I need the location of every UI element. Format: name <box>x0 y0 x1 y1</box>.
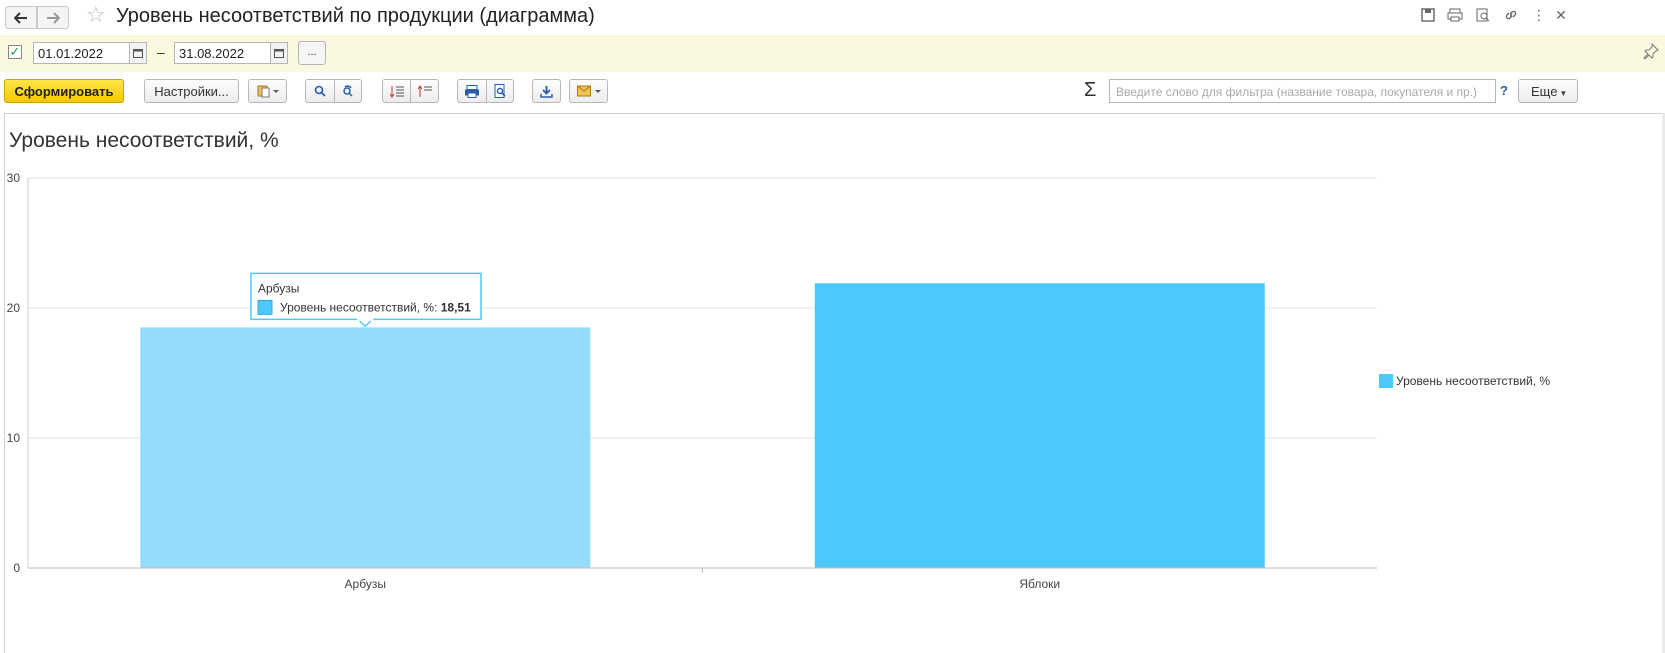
y-tick-label: 30 <box>7 171 21 185</box>
x-tick-label: Яблоки <box>1019 577 1060 591</box>
bar <box>140 327 591 568</box>
tooltip-value-number: 18,51 <box>441 300 471 314</box>
tooltip-value: Уровень несоответствий, %: 18,51 <box>280 300 471 314</box>
tooltip-pointer-mask <box>357 317 374 321</box>
y-tick-label: 10 <box>7 431 21 445</box>
tooltip-series-name: Уровень несоответствий, %: <box>280 300 441 314</box>
tooltip-swatch <box>257 299 273 315</box>
y-tick-label: 0 <box>13 561 20 575</box>
legend-label: Уровень несоответствий, % <box>1396 374 1550 388</box>
y-tick-label: 20 <box>7 301 21 315</box>
tooltip: Арбузы Уровень несоответствий, %: 18,51 <box>250 272 482 328</box>
legend: Уровень несоответствий, % <box>1379 374 1550 388</box>
x-tick-label: Арбузы <box>345 577 386 591</box>
bar-chart: 0 10 20 30 Арбузы Яблоки Уровень несоответст… <box>7 171 1551 591</box>
legend-swatch <box>1379 374 1393 388</box>
bars <box>140 283 1265 568</box>
tooltip-category: Арбузы <box>258 281 299 295</box>
y-axis-ticks: 0 10 20 30 <box>7 171 21 575</box>
x-axis: Арбузы Яблоки <box>28 567 1377 591</box>
bar <box>814 283 1265 568</box>
